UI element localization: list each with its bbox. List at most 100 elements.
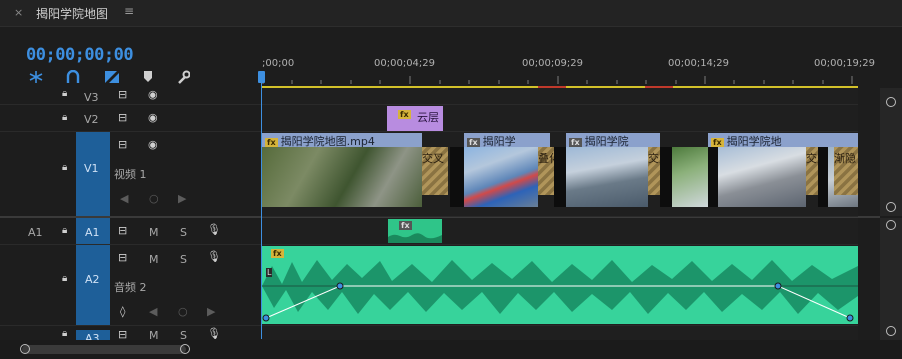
fx-badge: fx	[398, 110, 411, 119]
add-marker-icon[interactable]	[104, 70, 120, 84]
solo-button[interactable]: S	[180, 226, 187, 239]
fx-badge: fx	[467, 138, 480, 147]
ruler-label-4: 00;00;19;29	[814, 58, 876, 69]
clip-v1-4-header[interactable]: fx 揭阳学院地	[708, 133, 830, 147]
lock-icon[interactable]: 🔒︎	[62, 162, 67, 173]
track-header-v3: 🔒︎ V3 ⊟ ◉	[0, 88, 262, 105]
horizontal-zoom-area	[0, 340, 902, 359]
clip-v2-title[interactable]: fx 云层	[387, 106, 443, 131]
track-header-a2: 🔒︎ A2 ⊟ M S 🎙︎ 音频 2 ◊ ◀ ○ ▶	[0, 245, 262, 326]
linked-selection-icon[interactable]	[66, 70, 80, 84]
clip-v1-2-header[interactable]: fx 揭阳学	[464, 133, 550, 147]
ruler-label-1: 00;00;04;29	[374, 58, 436, 69]
lock-icon[interactable]: 🔒︎	[62, 225, 67, 236]
clip-v1-2-thumbnail[interactable]	[464, 147, 538, 207]
fx-badge: fx	[265, 138, 278, 147]
lane-v3[interactable]	[262, 88, 858, 105]
clip-v1-5-header[interactable]	[828, 133, 858, 147]
clip-v1-4-name: 揭阳学院地	[726, 135, 782, 147]
lock-icon[interactable]: 🔒︎	[62, 328, 67, 339]
clip-a1[interactable]: fx	[388, 219, 442, 243]
timeline-panel: × 揭阳学院地图 ≡ 00;00;00;00 ;00;00 00;00;04;2…	[0, 0, 902, 359]
sequence-tab-title[interactable]: 揭阳学院地图	[36, 5, 108, 22]
track-header-v2: 🔒︎ V2 ⊟ ◉	[0, 105, 262, 132]
lane-v2[interactable]	[262, 105, 858, 132]
clip-v1-1-name: 揭阳学院地图.mp4	[280, 135, 375, 147]
v1-clip-strip: fx 揭阳学院地图.mp4 交叉 fx 揭阳学 叠化 fx 揭阳学院 交叉 fx 揭阳学…	[262, 133, 858, 213]
time-ruler[interactable]: ;00;00 00;00;04;29 00;00;09;29 00;00;14;…	[262, 50, 875, 90]
transition-cross-dissolve-1[interactable]: 交叉	[422, 147, 448, 195]
scroll-knob-bottom[interactable]	[886, 326, 896, 336]
playhead-timecode[interactable]: 00;00;00;00	[26, 45, 134, 65]
eye-icon[interactable]: ◉	[148, 111, 158, 124]
mute-button[interactable]: M	[149, 253, 159, 266]
track-name-v1: V1	[84, 162, 99, 175]
wrench-icon[interactable]	[176, 70, 190, 84]
track-name-v3: V3	[84, 91, 99, 104]
next-keyframe-icon[interactable]: ▶	[207, 305, 215, 318]
zoom-handle-left[interactable]	[20, 344, 30, 354]
close-tab-icon[interactable]: ×	[14, 6, 23, 19]
snap-icon[interactable]	[28, 70, 44, 84]
panel-tab-bar: × 揭阳学院地图 ≡	[0, 0, 902, 27]
keyframe-toggle-icon[interactable]: ◊	[120, 305, 125, 318]
microphone-icon[interactable]: 🎙︎	[207, 327, 221, 340]
source-patch-a1[interactable]: A1	[28, 226, 43, 239]
ruler-label-3: 00;00;14;29	[668, 58, 730, 69]
solo-button[interactable]: S	[180, 253, 187, 266]
sync-lock-icon[interactable]: ⊟	[118, 88, 127, 101]
scroll-knob-bottom[interactable]	[886, 202, 896, 212]
microphone-icon[interactable]: 🎙︎	[207, 223, 221, 236]
scroll-knob-top[interactable]	[886, 220, 896, 230]
clip-v2-title-name: 云层	[417, 111, 439, 124]
track-label-v1: 视频 1	[114, 168, 147, 181]
next-keyframe-icon[interactable]: ▶	[178, 192, 186, 205]
lane-a1[interactable]	[262, 218, 858, 245]
track-target-a1[interactable]: A1	[76, 218, 110, 244]
clip-v1-4-thumbnail[interactable]	[718, 147, 806, 207]
audio-tracks-scrollbar[interactable]	[880, 218, 902, 340]
track-target-v1[interactable]: V1	[76, 132, 110, 216]
lock-icon[interactable]: 🔒︎	[62, 273, 67, 284]
transition-fade-out[interactable]: 渐隐	[834, 147, 858, 195]
eye-icon[interactable]: ◉	[148, 88, 158, 101]
add-keyframe-icon[interactable]: ○	[178, 305, 188, 318]
add-keyframe-icon[interactable]: ○	[149, 192, 159, 205]
track-name-v2: V2	[84, 113, 99, 126]
marker-icon[interactable]	[142, 70, 154, 84]
clip-v1-3-header[interactable]: fx 揭阳学院	[566, 133, 660, 147]
clip-v1-1-thumbnail[interactable]	[262, 147, 422, 207]
eye-icon[interactable]: ◉	[148, 138, 158, 151]
clip-a2-waveform	[262, 260, 858, 322]
clip-v1-1-header[interactable]: fx 揭阳学院地图.mp4	[262, 133, 422, 147]
prev-keyframe-icon[interactable]: ◀	[120, 192, 128, 205]
sync-lock-icon[interactable]: ⊟	[118, 224, 127, 237]
microphone-icon[interactable]: 🎙︎	[207, 250, 221, 263]
sync-lock-icon[interactable]: ⊟	[118, 138, 127, 151]
mute-button[interactable]: M	[149, 226, 159, 239]
clip-v1-3b-thumbnail[interactable]	[672, 147, 708, 207]
sync-lock-icon[interactable]: ⊟	[118, 251, 127, 264]
scroll-knob-top[interactable]	[886, 97, 896, 107]
clip-v1-3-thumbnail[interactable]	[566, 147, 648, 207]
playhead-handle[interactable]	[258, 71, 265, 83]
gap-5	[818, 147, 828, 207]
lane-a3[interactable]	[262, 326, 858, 341]
prev-keyframe-icon[interactable]: ◀	[149, 305, 157, 318]
zoom-scrollbar[interactable]	[22, 345, 186, 354]
gap-2	[554, 147, 566, 207]
clip-v1-2-name: 揭阳学	[482, 135, 516, 147]
sync-lock-icon[interactable]: ⊟	[118, 111, 127, 124]
panel-menu-icon[interactable]: ≡	[124, 4, 134, 18]
lock-icon[interactable]: 🔒︎	[62, 88, 67, 99]
gap-1	[450, 147, 464, 207]
track-name-a2: A2	[85, 273, 100, 286]
track-name-a1: A1	[85, 226, 100, 239]
track-target-a2[interactable]: A2	[76, 245, 110, 325]
fx-badge: fx	[711, 138, 724, 147]
playhead-line[interactable]	[261, 74, 262, 339]
video-tracks-scrollbar[interactable]	[880, 88, 902, 216]
clip-a2[interactable]: fx L	[262, 246, 858, 324]
lock-icon[interactable]: 🔒︎	[62, 112, 67, 123]
zoom-handle-right[interactable]	[180, 344, 190, 354]
